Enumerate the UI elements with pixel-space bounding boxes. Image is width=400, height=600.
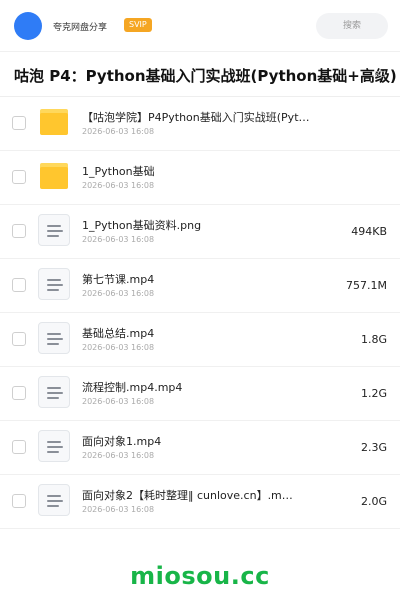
file-date: 2026-06-03 16:08 <box>82 343 155 352</box>
file-icon <box>38 376 70 408</box>
select-checkbox[interactable] <box>12 278 26 292</box>
title-size: .8G <box>372 70 386 79</box>
file-icon <box>38 430 70 462</box>
watermark: miosou.cc <box>130 562 270 590</box>
uploader-name: 夸克网盘分享 <box>53 23 108 33</box>
list-item[interactable]: 基础总结.mp4 2026-06-03 16:08 1.8G <box>0 313 400 367</box>
select-checkbox[interactable] <box>12 440 26 454</box>
list-item[interactable]: 【咕泡学院】P4Python基础入门实战班(Pyt… 2026-06-03 16:… <box>0 97 400 151</box>
file-date: 2026-06-03 16:08 <box>82 235 155 244</box>
file-name: 面向对象2【耗时整理‖ cunlove.cn】.m… <box>82 489 293 502</box>
file-name: 面向对象1.mp4 <box>82 435 162 448</box>
select-checkbox[interactable] <box>12 494 26 508</box>
select-checkbox[interactable] <box>12 332 26 346</box>
file-size: 2.3G <box>360 441 387 454</box>
list-item[interactable]: 1_Python基础资料.png 2026-06-03 16:08 494KB <box>0 205 400 259</box>
folder-icon <box>38 106 70 138</box>
file-date: 2026-06-03 16:08 <box>82 181 155 190</box>
header-bar: 夸克网盘分享 SVIP 搜索 <box>0 0 400 52</box>
list-item[interactable]: 面向对象2【耗时整理‖ cunlove.cn】.m… 2026-06-03 16:… <box>0 475 400 529</box>
search-button[interactable]: 搜索 <box>316 13 388 39</box>
select-checkbox[interactable] <box>12 116 26 130</box>
file-size: 1.2G <box>360 387 387 400</box>
file-icon <box>38 214 70 246</box>
file-date: 2026-06-03 16:08 <box>82 451 155 460</box>
file-date: 2026-06-03 16:08 <box>82 397 155 406</box>
file-name: 【咕泡学院】P4Python基础入门实战班(Pyt… <box>82 111 310 124</box>
svip-badge: SVIP <box>124 18 152 32</box>
file-list: 【咕泡学院】P4Python基础入门实战班(Pyt… 2026-06-03 16:… <box>0 97 400 529</box>
file-icon <box>38 322 70 354</box>
file-name: 1_Python基础 <box>82 165 155 178</box>
file-icon <box>38 484 70 516</box>
file-name: 第七节课.mp4 <box>82 273 155 286</box>
file-date: 2026-06-03 16:08 <box>82 289 155 298</box>
list-item[interactable]: 第七节课.mp4 2026-06-03 16:08 757.1M <box>0 259 400 313</box>
folder-icon <box>38 160 70 192</box>
list-item[interactable]: 面向对象1.mp4 2026-06-03 16:08 2.3G <box>0 421 400 475</box>
file-size: 1.8G <box>360 333 387 346</box>
file-icon <box>38 268 70 300</box>
file-size: 757.1M <box>346 279 387 292</box>
list-item[interactable]: 流程控制.mp4.mp4 2026-06-03 16:08 1.2G <box>0 367 400 421</box>
file-date: 2026-06-03 16:08 <box>82 505 155 514</box>
file-date: 2026-06-03 16:08 <box>82 127 155 136</box>
title-row: 咕泡 P4：Python基础入门实战班(Python基础+高级) .8G <box>0 55 400 97</box>
select-checkbox[interactable] <box>12 224 26 238</box>
file-size: 494KB <box>351 225 387 238</box>
file-name: 流程控制.mp4.mp4 <box>82 381 183 394</box>
file-name: 1_Python基础资料.png <box>82 219 202 232</box>
file-name: 基础总结.mp4 <box>82 327 155 340</box>
avatar[interactable] <box>14 12 42 40</box>
page-title: 咕泡 P4：Python基础入门实战班(Python基础+高级) <box>14 67 397 85</box>
file-size: 2.0G <box>360 495 387 508</box>
select-checkbox[interactable] <box>12 386 26 400</box>
select-checkbox[interactable] <box>12 170 26 184</box>
list-item[interactable]: 1_Python基础 2026-06-03 16:08 <box>0 151 400 205</box>
